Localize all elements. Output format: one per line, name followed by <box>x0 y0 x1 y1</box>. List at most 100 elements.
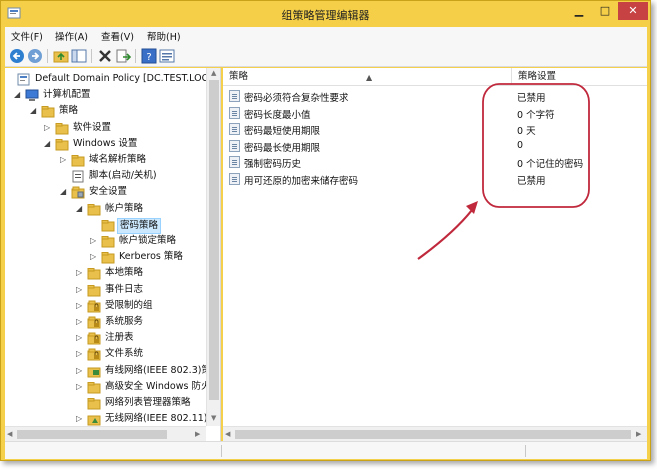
minimize-button[interactable]: ▁ <box>566 2 592 20</box>
tree-item[interactable]: ▷ 域名解析策略 <box>5 153 205 169</box>
tree-item[interactable]: ▷ 注册表 <box>5 331 205 347</box>
tree-item[interactable]: ▷ 软件设置 <box>5 121 205 137</box>
menu-help[interactable]: 帮助(H) <box>147 29 181 43</box>
scroll-down-arrow-icon[interactable]: ▼ <box>211 414 216 422</box>
policy-name: 密码长度最小值 <box>244 109 311 121</box>
policy-value: 已禁用 <box>517 93 546 104</box>
tree-item[interactable]: ▷ 本地策略 <box>5 266 205 282</box>
folder-icon <box>41 105 55 118</box>
tree-horizontal-scrollbar[interactable]: ◀ ▶ <box>5 426 206 441</box>
tree-pane[interactable]: Default Domain Policy [DC.TEST.LOCAL] ◢ 计算… <box>5 68 221 441</box>
column-header-policy[interactable]: 策略 ▲ <box>223 68 511 86</box>
tree-item[interactable]: ◢ 策略 <box>5 104 205 120</box>
tree-item[interactable]: ◢ 计算机配置 <box>5 88 205 104</box>
tree-item[interactable]: ▷ 系统服务 <box>5 315 205 331</box>
scroll-right-arrow-icon[interactable]: ▶ <box>195 430 200 438</box>
expand-arrow-icon[interactable]: ▷ <box>76 301 84 310</box>
folder-icon <box>87 267 101 280</box>
show-tree-icon[interactable] <box>71 48 87 64</box>
export-icon[interactable] <box>115 48 131 64</box>
folder-icon <box>101 251 115 264</box>
expand-arrow-icon[interactable]: ▷ <box>76 349 84 358</box>
folder-icon <box>101 235 115 248</box>
policy-value: 已禁用 <box>517 176 546 187</box>
policy-row[interactable]: 密码最短使用期限 0 天 <box>223 121 647 137</box>
tree-item-label: Default Domain Policy [DC.TEST.LOCAL] <box>35 73 221 84</box>
tree-item-label: 系统服务 <box>105 316 144 327</box>
policy-row[interactable]: 强制密码历史 0 个记住的密码 <box>223 154 647 170</box>
tree-hscroll-thumb[interactable] <box>17 430 167 439</box>
expand-arrow-icon[interactable]: ▷ <box>76 333 84 342</box>
expand-arrow-icon[interactable]: ▷ <box>76 285 84 294</box>
properties-icon[interactable] <box>159 48 175 64</box>
tree-scroll-thumb[interactable] <box>209 80 219 400</box>
tree-item[interactable]: 密码策略 <box>5 217 205 234</box>
menu-view[interactable]: 查看(V) <box>101 29 134 43</box>
delete-icon[interactable] <box>97 48 113 64</box>
folder-icon <box>101 219 115 232</box>
column-header-setting[interactable]: 策略设置 <box>512 68 647 86</box>
tree-item-label: 文件系统 <box>105 348 144 360</box>
tree-item[interactable]: ▷ 有线网络(IEEE 802.3)策略 <box>5 364 220 380</box>
expand-arrow-icon[interactable]: ▷ <box>76 366 84 375</box>
computer-icon <box>25 89 39 102</box>
tree-item[interactable]: Default Domain Policy [DC.TEST.LOCAL] <box>5 72 220 88</box>
details-pane[interactable]: 策略 ▲ 策略设置 密码必须符合复杂性要求 已禁用 密码长度最小值 0 个字符 密码最短… <box>223 68 647 441</box>
policy-row[interactable]: 密码长度最小值 0 个字符 <box>223 105 647 121</box>
collapse-arrow-icon[interactable]: ◢ <box>14 90 22 99</box>
tree-item-label: 帐户锁定策略 <box>119 235 177 246</box>
policy-setting-icon <box>229 123 240 136</box>
tree-vertical-scrollbar[interactable]: ▲ ▼ <box>206 68 220 426</box>
details-hscroll-thumb[interactable] <box>235 430 631 439</box>
scroll-up-arrow-icon[interactable]: ▲ <box>211 69 216 77</box>
tree-item[interactable]: ▷ 高级安全 Windows 防火墙 <box>5 380 220 396</box>
details-scroll-right-arrow-icon[interactable]: ▶ <box>636 430 641 438</box>
tree-item[interactable]: ▷ 帐户锁定策略 <box>5 234 205 250</box>
tree-item[interactable]: ▷ 受限制的组 <box>5 299 205 315</box>
script-icon <box>71 170 85 183</box>
expand-arrow-icon[interactable]: ▷ <box>90 252 98 261</box>
policy-row[interactable]: 密码最长使用期限 0 <box>223 138 647 154</box>
tree-item[interactable]: ◢ 帐户策略 <box>5 202 205 218</box>
tree-item[interactable]: 网络列表管理器策略 <box>5 396 205 412</box>
collapse-arrow-icon[interactable]: ◢ <box>60 187 68 196</box>
folder-icon <box>55 122 69 135</box>
help-icon[interactable]: ? <box>141 48 157 64</box>
policy-row[interactable]: 用可还原的加密来储存密码 已禁用 <box>223 171 647 187</box>
policy-value: 0 <box>517 139 524 151</box>
tree-item[interactable]: 脚本(启动/关机) <box>5 169 205 185</box>
collapse-arrow-icon[interactable]: ◢ <box>44 139 52 148</box>
maximize-button[interactable]: □ <box>592 2 618 20</box>
close-button[interactable]: ✕ <box>618 2 648 20</box>
toolbar: ? <box>5 45 647 67</box>
expand-arrow-icon[interactable]: ▷ <box>76 268 84 277</box>
expand-arrow-icon[interactable]: ▷ <box>44 123 52 132</box>
details-scroll-left-arrow-icon[interactable]: ◀ <box>225 430 230 438</box>
expand-arrow-icon[interactable]: ▷ <box>60 155 68 164</box>
policy-row[interactable]: 密码必须符合复杂性要求 已禁用 <box>223 88 647 104</box>
menu-action[interactable]: 操作(A) <box>55 29 88 43</box>
tree-item-label: 网络列表管理器策略 <box>105 397 191 408</box>
tree-item-label: Windows 设置 <box>73 137 138 149</box>
details-horizontal-scrollbar[interactable]: ◀ ▶ <box>223 426 647 441</box>
collapse-arrow-icon[interactable]: ◢ <box>30 106 38 115</box>
tree-item-label: 安全设置 <box>89 186 128 198</box>
folder-icon <box>87 397 101 410</box>
back-arrow-icon[interactable] <box>9 48 25 64</box>
scroll-left-arrow-icon[interactable]: ◀ <box>7 430 12 438</box>
tree-item[interactable]: ▷ Kerberos 策略 <box>5 250 205 266</box>
tree-item[interactable]: ◢ Windows 设置 <box>5 137 205 153</box>
policy-setting-icon <box>229 106 240 119</box>
expand-arrow-icon[interactable]: ▷ <box>76 414 84 423</box>
forward-arrow-icon[interactable] <box>27 48 43 64</box>
collapse-arrow-icon[interactable]: ◢ <box>76 204 84 213</box>
up-folder-icon[interactable] <box>53 48 69 64</box>
menu-file[interactable]: 文件(F) <box>11 29 43 43</box>
expand-arrow-icon[interactable]: ▷ <box>76 317 84 326</box>
expand-arrow-icon[interactable]: ▷ <box>90 236 98 245</box>
tree-item[interactable]: ▷ 文件系统 <box>5 347 205 363</box>
expand-arrow-icon[interactable]: ▷ <box>76 382 84 391</box>
tree-item[interactable]: ▷ 事件日志 <box>5 283 205 299</box>
tree-item[interactable]: ◢ 安全设置 <box>5 185 205 201</box>
policy-name: 强制密码历史 <box>244 159 302 171</box>
